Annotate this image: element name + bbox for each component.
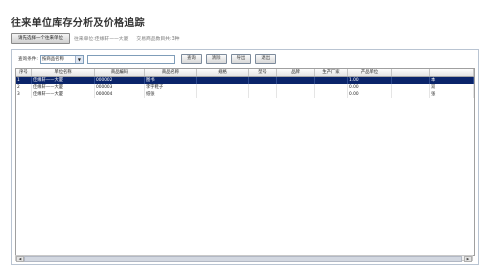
query-condition-select[interactable]: 按商品名称 ▼ bbox=[39, 54, 84, 64]
column-header[interactable] bbox=[392, 69, 430, 76]
column-header[interactable]: 商品名称 bbox=[145, 69, 197, 76]
table-cell: 佳缘轩——大厦 bbox=[32, 91, 95, 98]
table-cell: 佳缘轩——大厦 bbox=[32, 84, 95, 91]
table-cell: 000003 bbox=[95, 84, 145, 91]
table-cell: 2 bbox=[16, 84, 32, 91]
table-cell: 张 bbox=[430, 91, 474, 98]
table-cell: 0.00 bbox=[348, 91, 392, 98]
main-panel: 查询条件: 按商品名称 ▼ 查询 清除 导出 退出 序号 单位名称 商品编码 商… bbox=[11, 49, 479, 265]
column-header[interactable]: 品牌 bbox=[277, 69, 315, 76]
table-cell: 双 bbox=[430, 84, 474, 91]
inventory-table: 序号 单位名称 商品编码 商品名称 规格 型号 品牌 生产厂家 产品单位 1 佳… bbox=[15, 68, 475, 256]
column-header[interactable]: 型号 bbox=[249, 69, 277, 76]
column-header[interactable]: 产品单位 bbox=[348, 69, 392, 76]
scroll-right-icon[interactable]: ▶ bbox=[464, 256, 472, 262]
table-cell bbox=[277, 84, 315, 91]
table-cell: 图书 bbox=[145, 77, 197, 84]
clear-button[interactable]: 清除 bbox=[205, 54, 227, 64]
table-cell bbox=[392, 77, 430, 84]
table-cell bbox=[197, 91, 249, 98]
table-cell bbox=[249, 91, 277, 98]
table-cell: 李宇鞋子 bbox=[145, 84, 197, 91]
column-header[interactable]: 单位名称 bbox=[32, 69, 95, 76]
scrollbar-thumb[interactable] bbox=[24, 256, 462, 262]
export-button[interactable]: 导出 bbox=[230, 54, 252, 64]
page-title: 往来单位库存分析及价格追踪 bbox=[11, 18, 145, 29]
table-cell bbox=[277, 91, 315, 98]
chevron-down-icon[interactable]: ▼ bbox=[74, 55, 83, 63]
scroll-left-icon[interactable]: ◀ bbox=[16, 256, 24, 262]
query-bar: 查询条件: 按商品名称 ▼ 查询 清除 导出 退出 bbox=[18, 54, 277, 64]
table-cell: 纸张 bbox=[145, 91, 197, 98]
table-cell: 本 bbox=[430, 77, 474, 84]
column-header[interactable] bbox=[430, 69, 474, 76]
query-condition-value: 按商品名称 bbox=[41, 56, 64, 62]
table-cell bbox=[197, 84, 249, 91]
table-row[interactable]: 3 佳缘轩——大厦 000004 纸张 0.00 张 bbox=[16, 91, 474, 98]
table-cell: 佳缘轩——大厦 bbox=[32, 77, 95, 84]
table-cell bbox=[315, 77, 348, 84]
table-cell bbox=[392, 84, 430, 91]
column-header[interactable]: 序号 bbox=[16, 69, 32, 76]
table-cell: 3 bbox=[16, 91, 32, 98]
query-label: 查询条件: bbox=[18, 57, 38, 62]
table-cell bbox=[315, 91, 348, 98]
goods-count-label: 交易商品数目共:3种 bbox=[136, 36, 180, 42]
query-input[interactable] bbox=[86, 54, 175, 64]
column-header[interactable]: 生产厂家 bbox=[315, 69, 348, 76]
table-cell bbox=[315, 84, 348, 91]
table-cell: 000002 bbox=[95, 77, 145, 84]
table-cell bbox=[277, 77, 315, 84]
table-row[interactable]: 1 佳缘轩——大厦 000002 图书 1.00 本 bbox=[16, 77, 474, 84]
table-cell: 1.00 bbox=[348, 77, 392, 84]
table-cell bbox=[249, 84, 277, 91]
table-cell: 0.00 bbox=[348, 84, 392, 91]
table-row[interactable]: 2 佳缘轩——大厦 000003 李宇鞋子 0.00 双 bbox=[16, 84, 474, 91]
horizontal-scrollbar[interactable]: ◀ ▶ bbox=[15, 255, 473, 262]
unit-info: 往来单位:佳缘轩——大厦 交易商品数目共:3种 bbox=[74, 35, 179, 42]
table-cell: 000004 bbox=[95, 91, 145, 98]
table-cell: 1 bbox=[16, 77, 32, 84]
table-cell bbox=[392, 91, 430, 98]
exit-button[interactable]: 退出 bbox=[255, 54, 277, 64]
current-unit-label: 往来单位:佳缘轩——大厦 bbox=[74, 36, 129, 42]
column-header[interactable]: 商品编码 bbox=[95, 69, 145, 76]
unit-toolbar: 请先选择一个往来单位 往来单位:佳缘轩——大厦 交易商品数目共:3种 bbox=[11, 32, 179, 44]
table-cell bbox=[249, 77, 277, 84]
search-button[interactable]: 查询 bbox=[180, 54, 202, 64]
table-cell bbox=[197, 77, 249, 84]
column-header[interactable]: 规格 bbox=[197, 69, 249, 76]
choose-unit-button[interactable]: 请先选择一个往来单位 bbox=[11, 32, 70, 44]
table-header: 序号 单位名称 商品编码 商品名称 规格 型号 品牌 生产厂家 产品单位 bbox=[16, 69, 474, 77]
